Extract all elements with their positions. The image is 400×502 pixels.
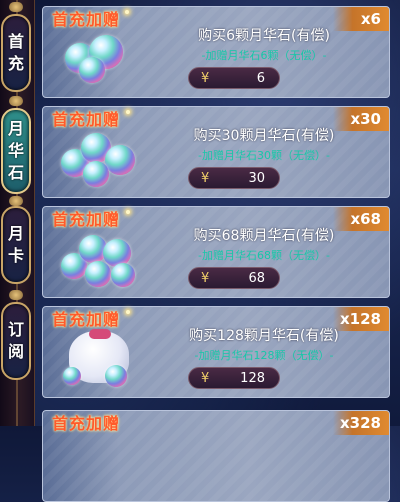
moonstone-gems-icon [61,227,141,293]
tab-label-char: 月 [7,224,24,243]
currency-symbol: ¥ [201,270,210,286]
sparkle-decoration [126,110,130,114]
product-bonus: -加赠月华石128颗（无偿）- [194,349,334,362]
sparkle-decoration [126,310,130,314]
product-title: 购买128颗月华石(有偿) [189,328,339,344]
quantity-tag: x328 [333,411,389,435]
moonstone-bag-icon [61,327,141,393]
sparkle-decoration [125,10,129,14]
currency-symbol: ¥ [201,170,210,186]
buy-button[interactable]: ¥ 6 [188,67,280,89]
first-charge-badge: 首充加赠 [52,310,121,329]
moonstone-gems-icon [61,127,141,193]
sidebar-rail: 首 充 月 华 石 月 卡 订 阅 [0,0,35,426]
ornament-knob [9,2,23,12]
tab-subscription[interactable]: 订 阅 [1,302,31,380]
ornament-knob [9,196,23,206]
first-charge-badge: 首充加赠 [52,10,121,29]
product-title: 购买30颗月华石(有偿) [193,128,335,144]
tab-label-char: 卡 [7,246,24,265]
ornament-knob [9,290,23,300]
first-charge-badge: 首充加赠 [52,110,121,129]
price-value: 6 [256,70,265,86]
currency-symbol: ¥ [201,70,210,86]
tab-label-char: 石 [7,163,24,182]
tab-label-char: 阅 [7,342,24,361]
first-charge-badge: 首充加赠 [52,414,121,433]
tab-first-charge[interactable]: 首 充 [1,14,31,92]
price-value: 30 [248,170,265,186]
tab-moonstone[interactable]: 月 华 石 [1,108,31,194]
tab-label-char: 华 [7,141,24,160]
buy-button[interactable]: ¥ 128 [188,367,280,389]
moonstone-gems-icon [61,27,141,93]
product-bonus: -加赠月华石6颗（无偿）- [201,49,327,62]
tab-label-char: 月 [7,119,24,138]
sparkle-decoration [126,210,130,214]
first-charge-badge: 首充加赠 [52,210,121,229]
price-value: 68 [248,270,265,286]
currency-symbol: ¥ [201,370,210,386]
buy-button[interactable]: ¥ 30 [188,167,280,189]
buy-button[interactable]: ¥ 68 [188,267,280,289]
product-bonus: -加赠月华石68颗（无偿）- [198,249,330,262]
price-value: 128 [240,370,265,386]
product-title: 购买68颗月华石(有偿) [193,228,335,244]
tab-label-char: 充 [7,54,24,73]
ornament-knob [9,96,23,106]
tab-label-char: 首 [7,32,24,51]
tab-monthly-card[interactable]: 月 卡 [1,206,31,284]
tab-label-char: 订 [7,320,24,339]
product-bonus: -加赠月华石30颗（无偿）- [198,149,330,162]
product-title: 购买6颗月华石(有偿) [198,28,330,44]
